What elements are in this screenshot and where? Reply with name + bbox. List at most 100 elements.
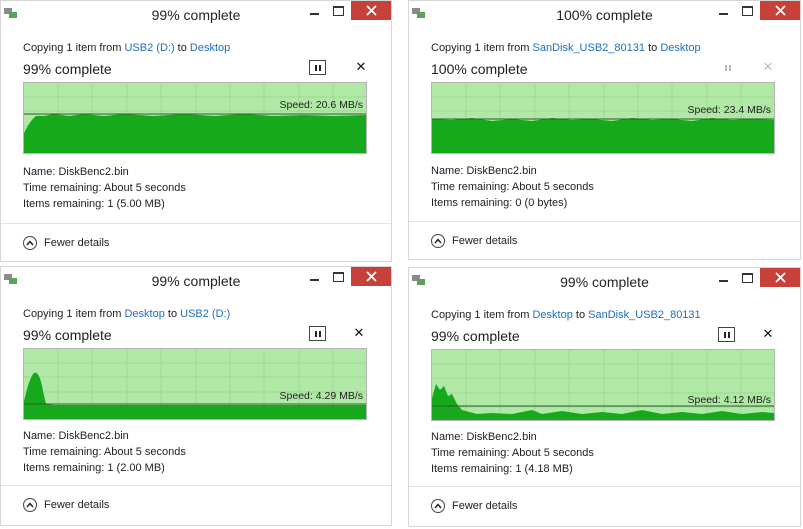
chevron-up-icon (431, 499, 445, 513)
destination-link[interactable]: Desktop (190, 42, 230, 54)
fewer-details-label: Fewer details (452, 500, 518, 512)
pause-icon (314, 330, 321, 337)
title-bar[interactable]: 99% complete (1, 267, 391, 297)
copy-to-word: to (572, 309, 589, 321)
cancel-button[interactable]: ✕ (761, 58, 775, 76)
source-link[interactable]: USB2 (D:) (124, 42, 174, 54)
maximize-icon (741, 6, 753, 16)
close-icon (774, 272, 786, 283)
file-name: Name: DiskBenc2.bin (23, 166, 129, 178)
fewer-details-label: Fewer details (44, 499, 110, 511)
close-window-button[interactable] (351, 267, 391, 286)
copy-prefix: Copying 1 item from (431, 309, 533, 321)
close-icon (365, 5, 377, 16)
speed-label: Speed: 4.29 MB/s (279, 390, 363, 402)
close-icon (365, 271, 377, 282)
copy-to-word: to (164, 308, 181, 320)
speed-graph-canvas (24, 349, 366, 419)
cancel-button[interactable]: ✕ (354, 58, 368, 76)
copy-to-word: to (174, 42, 190, 54)
copy-description: Copying 1 item from Desktop to SanDisk_U… (431, 309, 701, 321)
maximize-icon (332, 6, 344, 16)
copy-to-word: to (645, 42, 661, 54)
maximize-button[interactable] (325, 267, 351, 287)
minimize-button[interactable] (710, 1, 736, 21)
divider (409, 486, 800, 487)
fewer-details-toggle[interactable]: Fewer details (431, 497, 517, 515)
destination-link[interactable]: USB2 (D:) (180, 308, 230, 320)
maximize-icon (741, 273, 753, 283)
destination-link[interactable]: Desktop (660, 42, 700, 54)
pause-button[interactable] (309, 326, 326, 341)
copy-dialog-desktop-to-usb: 99% complete Copying 1 item from Desktop… (0, 266, 392, 526)
minimize-icon (309, 279, 319, 281)
copy-dialog-usb-to-desktop: 99% complete Copying 1 item from USB2 (D… (0, 0, 392, 262)
title-bar[interactable]: 99% complete (409, 268, 800, 298)
copy-description: Copying 1 item from Desktop to USB2 (D:) (23, 308, 230, 320)
transfer-speed-graph: Speed: 20.6 MB/s (23, 82, 367, 154)
pause-button[interactable] (718, 327, 735, 342)
pause-icon (724, 64, 731, 71)
cancel-button[interactable]: ✕ (352, 324, 366, 342)
maximize-button[interactable] (325, 1, 351, 21)
speed-area (432, 118, 774, 153)
title-bar[interactable]: 100% complete (409, 1, 800, 31)
source-link[interactable]: SanDisk_USB2_80131 (532, 42, 645, 54)
source-link[interactable]: Desktop (532, 309, 572, 321)
fewer-details-toggle[interactable]: Fewer details (23, 496, 109, 514)
divider (1, 485, 391, 486)
maximize-icon (332, 272, 344, 282)
minimize-button[interactable] (710, 268, 736, 288)
copy-dialog-desktop-to-sandisk: 99% complete Copying 1 item from Desktop… (408, 267, 801, 527)
speed-graph-canvas (432, 350, 774, 420)
close-window-button[interactable] (760, 1, 800, 20)
file-name: Name: DiskBenc2.bin (431, 431, 537, 443)
speed-graph-canvas (24, 83, 366, 153)
pause-button[interactable] (719, 60, 736, 75)
speed-graph-canvas (432, 83, 774, 153)
speed-label: Speed: 4.12 MB/s (687, 394, 771, 406)
fewer-details-toggle[interactable]: Fewer details (23, 234, 109, 252)
time-remaining: Time remaining: About 5 seconds (431, 447, 594, 459)
pause-icon (723, 331, 730, 338)
fewer-details-label: Fewer details (44, 237, 110, 249)
minimize-button[interactable] (301, 267, 327, 287)
minimize-icon (309, 13, 319, 15)
title-bar[interactable]: 99% complete (1, 1, 391, 31)
speed-area (24, 114, 366, 153)
transfer-speed-graph: Speed: 4.12 MB/s (431, 349, 775, 421)
file-name: Name: DiskBenc2.bin (23, 430, 129, 442)
items-remaining: Items remaining: 1 (4.18 MB) (431, 463, 573, 475)
maximize-button[interactable] (734, 268, 760, 288)
speed-label: Speed: 23.4 MB/s (687, 104, 771, 116)
maximize-button[interactable] (734, 1, 760, 21)
fewer-details-toggle[interactable]: Fewer details (431, 232, 517, 250)
time-remaining: Time remaining: About 5 seconds (23, 182, 186, 194)
copy-dialog-sandisk-to-desktop: 100% complete Copying 1 item from SanDis… (408, 0, 801, 260)
cancel-button[interactable]: ✕ (761, 325, 775, 343)
chevron-up-icon (23, 498, 37, 512)
copy-description: Copying 1 item from SanDisk_USB2_80131 t… (431, 42, 701, 54)
copy-prefix: Copying 1 item from (23, 308, 125, 320)
copy-prefix: Copying 1 item from (23, 42, 125, 54)
transfer-speed-graph: Speed: 23.4 MB/s (431, 82, 775, 154)
minimize-icon (718, 13, 728, 15)
time-remaining: Time remaining: About 5 seconds (431, 181, 594, 193)
close-window-button[interactable] (760, 268, 800, 287)
destination-link[interactable]: SanDisk_USB2_80131 (588, 309, 701, 321)
details-block: Name: DiskBenc2.bin Time remaining: Abou… (23, 164, 186, 212)
fewer-details-label: Fewer details (452, 235, 518, 247)
source-link[interactable]: Desktop (124, 308, 164, 320)
minimize-icon (718, 280, 728, 282)
items-remaining: Items remaining: 1 (2.00 MB) (23, 462, 165, 474)
percent-complete: 100% complete (431, 61, 528, 77)
copy-prefix: Copying 1 item from (431, 42, 533, 54)
items-remaining: Items remaining: 1 (5.00 MB) (23, 198, 165, 210)
divider (1, 223, 391, 224)
minimize-button[interactable] (301, 1, 327, 21)
chevron-up-icon (23, 236, 37, 250)
file-name: Name: DiskBenc2.bin (431, 165, 537, 177)
close-icon (774, 5, 786, 16)
close-window-button[interactable] (351, 1, 391, 20)
pause-button[interactable] (309, 60, 326, 75)
